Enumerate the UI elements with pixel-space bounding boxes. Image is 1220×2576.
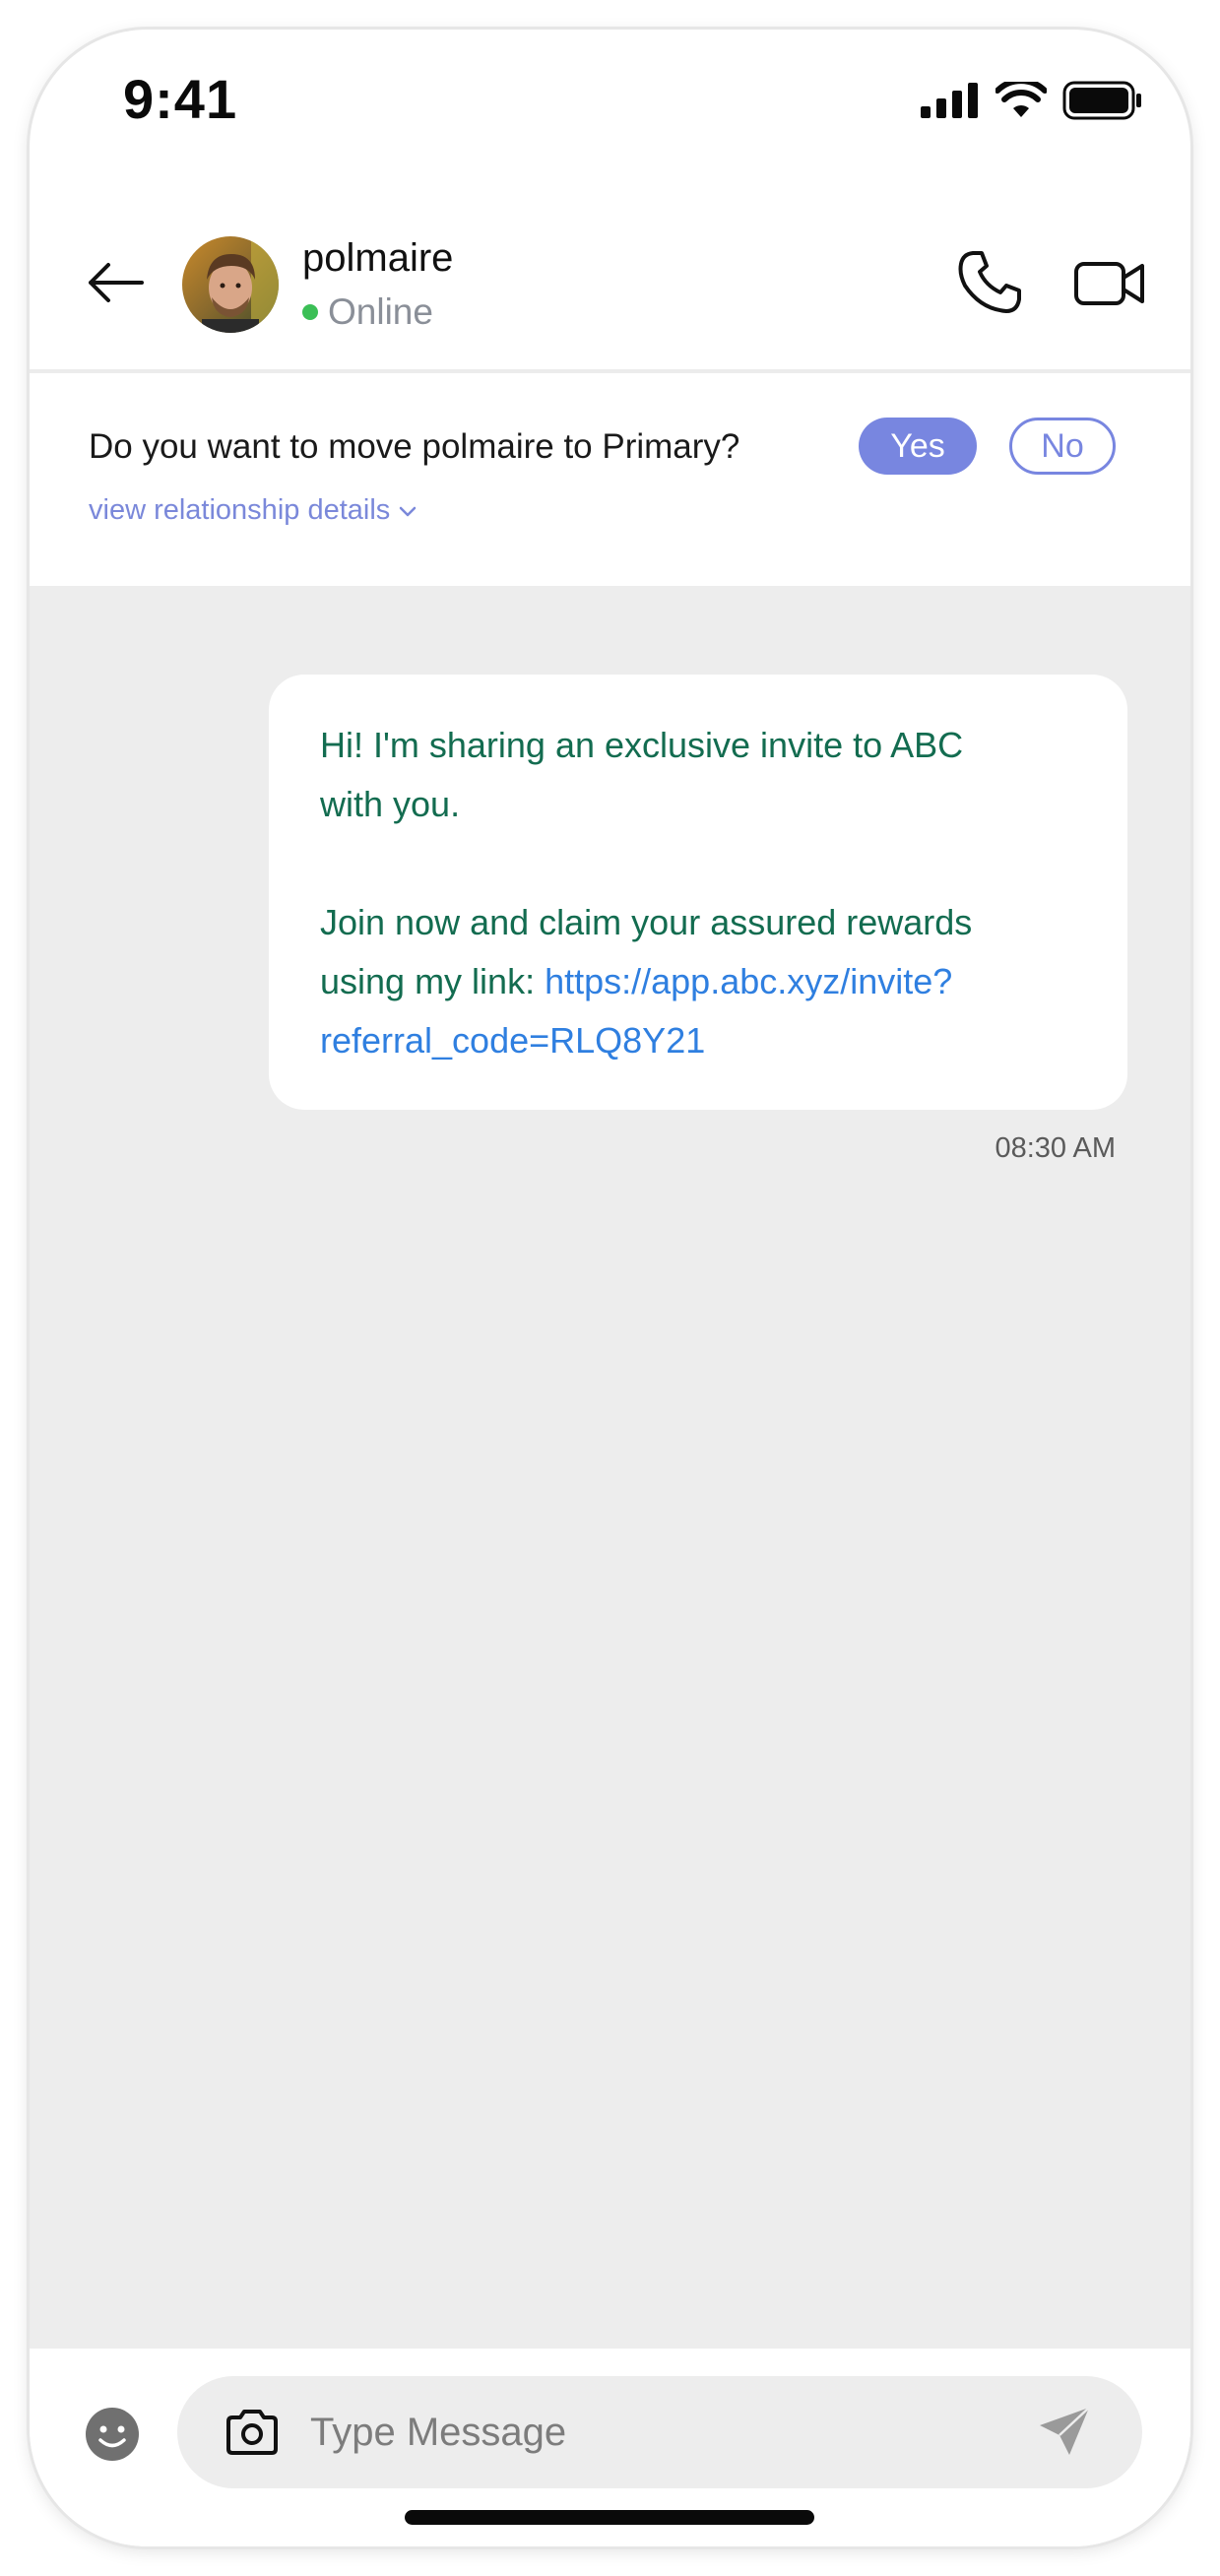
message-input-container: [177, 2376, 1142, 2488]
no-button[interactable]: No: [1009, 418, 1116, 475]
voice-call-button[interactable]: [955, 248, 1024, 317]
emoji-button[interactable]: [84, 2406, 141, 2463]
camera-icon: [226, 2410, 278, 2455]
status-time: 9:41: [123, 68, 238, 130]
presence-status: Online: [302, 291, 433, 333]
status-bar: 9:41: [30, 30, 1190, 158]
back-button[interactable]: [87, 254, 144, 311]
video-camera-icon: [1074, 262, 1144, 305]
camera-button[interactable]: [225, 2408, 280, 2457]
message-line: with you.: [320, 784, 461, 824]
send-icon: [1040, 2407, 1090, 2455]
phone-frame: 9:41 polmaire Online Do you want to move…: [30, 30, 1190, 2546]
online-dot-icon: [302, 304, 318, 320]
details-link-label: view relationship details: [89, 494, 391, 526]
move-to-primary-banner: Do you want to move polmaire to Primary?…: [30, 373, 1190, 586]
avatar-photo: [182, 236, 279, 333]
invite-link-continued[interactable]: referral_code=RLQ8Y21: [320, 1020, 705, 1061]
status-icons: [921, 81, 1143, 120]
chat-header: polmaire Online: [30, 197, 1190, 369]
message-bubble[interactable]: Hi! I'm sharing an exclusive invite to A…: [269, 675, 1127, 1110]
home-indicator: [405, 2510, 814, 2525]
emoji-icon: [86, 2408, 139, 2461]
message-line: Join now and claim your assured rewards: [320, 902, 973, 942]
message-text: using my link:: [320, 961, 546, 1001]
view-relationship-details-link[interactable]: view relationship details: [89, 494, 417, 527]
back-arrow-icon: [89, 263, 144, 302]
message-line: referral_code=RLQ8Y21: [320, 1011, 1076, 1070]
chevron-down-icon: [400, 506, 417, 516]
send-button[interactable]: [1036, 2404, 1093, 2461]
phone-icon: [958, 251, 1021, 313]
contact-name[interactable]: polmaire: [302, 236, 453, 281]
move-to-primary-question: Do you want to move polmaire to Primary?: [89, 427, 740, 466]
avatar[interactable]: [182, 236, 279, 333]
composer-bar: [30, 2349, 1190, 2546]
battery-icon: [1062, 81, 1141, 120]
message-timestamp: 08:30 AM: [995, 1132, 1116, 1164]
message-line: using my link: https://app.abc.xyz/invit…: [320, 952, 1076, 1011]
chat-area[interactable]: Hi! I'm sharing an exclusive invite to A…: [30, 586, 1190, 2349]
cellular-signal-icon: [921, 83, 978, 118]
video-call-button[interactable]: [1073, 248, 1146, 317]
wifi-icon: [995, 82, 1047, 117]
message-line: Hi! I'm sharing an exclusive invite to A…: [320, 725, 964, 765]
yes-button[interactable]: Yes: [859, 418, 977, 475]
presence-text: Online: [328, 291, 433, 332]
invite-link[interactable]: https://app.abc.xyz/invite?: [545, 961, 952, 1001]
message-input[interactable]: [310, 2398, 999, 2467]
